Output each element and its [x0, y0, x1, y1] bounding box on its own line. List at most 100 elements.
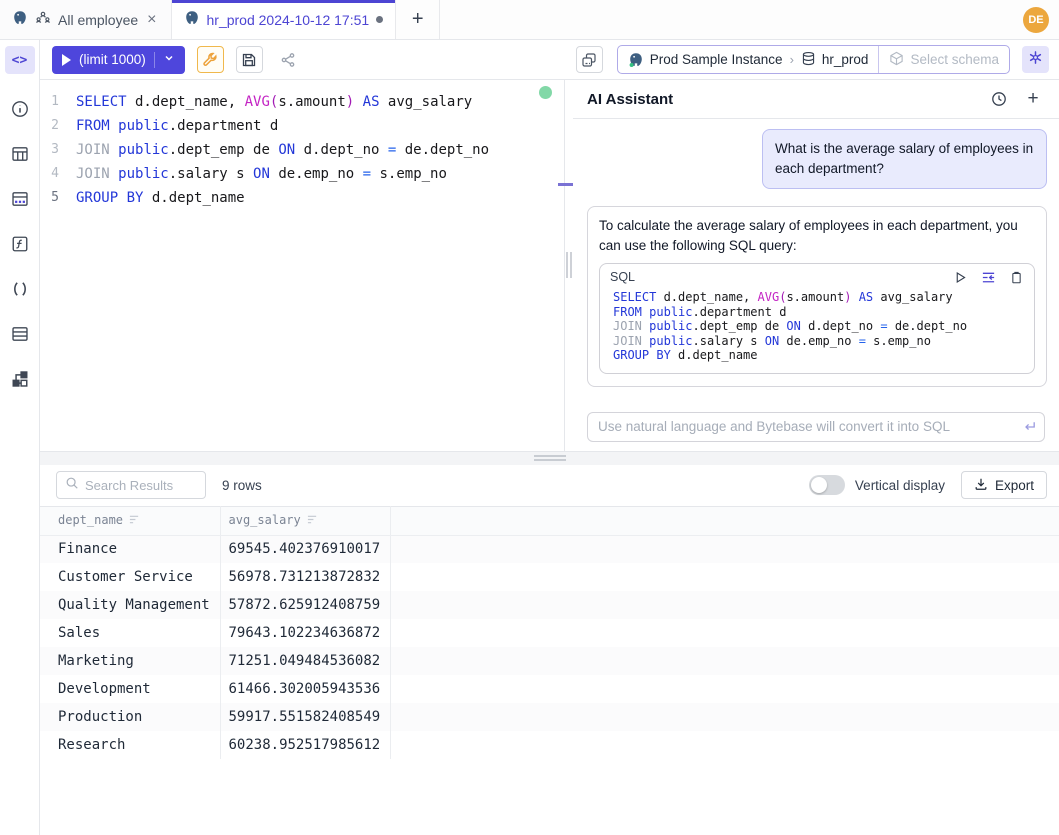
splitter-grip-icon	[534, 456, 566, 461]
table-row[interactable]: Customer Service56978.731213872832	[40, 563, 1059, 591]
table-row[interactable]: Research60238.952517985612	[40, 731, 1059, 759]
run-query-button[interactable]: (limit 1000)	[52, 46, 185, 74]
close-icon[interactable]: ×	[145, 12, 158, 28]
insert-into-editor-icon[interactable]	[980, 269, 996, 285]
vertical-splitter[interactable]	[564, 80, 573, 451]
search-icon	[65, 476, 79, 495]
user-message-bubble: What is the average salary of employees …	[762, 129, 1047, 189]
info-icon[interactable]	[11, 100, 29, 118]
cell-dept-name: Finance	[40, 535, 220, 563]
sql-line: 1SELECT d.dept_name, AVG(s.amount) AS av…	[40, 90, 564, 114]
table-row[interactable]: Development61466.302005943536	[40, 675, 1059, 703]
cell-empty	[390, 703, 1059, 731]
tab-all-employee[interactable]: All employee ×	[0, 0, 172, 39]
cell-avg-salary: 69545.402376910017	[220, 535, 390, 563]
ai-prompt-input[interactable]	[587, 412, 1045, 442]
code-block-language-label: SQL	[610, 270, 635, 284]
cell-avg-salary: 59917.551582408549	[220, 703, 390, 731]
column-header-avg_salary[interactable]: avg_salary	[220, 506, 390, 535]
schema-placeholder: Select schema	[910, 52, 999, 67]
copy-icon[interactable]	[1008, 269, 1024, 285]
run-button-divider	[154, 52, 155, 68]
search-results-input[interactable]	[85, 478, 197, 493]
cell-dept-name: Quality Management	[40, 591, 220, 619]
add-tab-button[interactable]: +	[396, 0, 440, 39]
cell-empty	[390, 563, 1059, 591]
sql-editor[interactable]: 1SELECT d.dept_name, AVG(s.amount) AS av…	[40, 80, 564, 451]
format-wrench-button[interactable]	[197, 46, 224, 73]
vertical-display-toggle[interactable]	[809, 475, 845, 495]
cell-empty	[390, 647, 1059, 675]
user-avatar[interactable]: DE	[1023, 7, 1049, 33]
table-data-icon[interactable]	[11, 190, 29, 208]
cell-dept-name: Production	[40, 703, 220, 731]
table-row[interactable]: Finance69545.402376910017	[40, 535, 1059, 563]
column-header-dept_name[interactable]: dept_name	[40, 506, 220, 535]
sql-line: 5GROUP BY d.dept_name	[40, 186, 564, 210]
table-2-icon[interactable]	[11, 325, 29, 343]
save-sheet-button[interactable]	[236, 46, 263, 73]
sort-icon[interactable]	[307, 514, 318, 528]
results-panel: 9 rows Vertical display Export dept_name…	[40, 465, 1059, 835]
tabbar-spacer	[440, 0, 1023, 39]
brackets-icon[interactable]	[11, 280, 29, 298]
code-editor-toggle-icon[interactable]: <>	[5, 46, 35, 74]
postgres-elephant-icon	[184, 10, 200, 29]
function-icon[interactable]	[11, 235, 29, 253]
search-results-box[interactable]	[56, 471, 206, 499]
cell-dept-name: Sales	[40, 619, 220, 647]
openai-assistant-button[interactable]	[1022, 46, 1049, 73]
cell-empty	[390, 619, 1059, 647]
history-clock-icon[interactable]	[987, 87, 1011, 111]
cell-dept-name: Research	[40, 731, 220, 759]
sql-line: SELECT d.dept_name, AVG(s.amount) AS avg…	[613, 290, 1024, 305]
postgres-elephant-icon	[12, 10, 28, 29]
table-row[interactable]: Sales79643.102234636872	[40, 619, 1059, 647]
results-table: dept_nameavg_salary Finance69545.4023769…	[40, 506, 1059, 760]
share-button[interactable]	[275, 46, 302, 73]
table-row[interactable]: Marketing71251.049484536082	[40, 647, 1059, 675]
run-code-icon[interactable]	[952, 269, 968, 285]
sql-line: JOIN public.salary s ON de.emp_no = s.em…	[613, 334, 1024, 349]
line-number: 3	[40, 138, 76, 162]
export-button[interactable]: Export	[961, 471, 1047, 499]
play-icon	[62, 54, 71, 66]
chevron-down-icon	[163, 52, 175, 67]
tab-label: All employee	[58, 12, 138, 28]
left-sidebar: <>	[0, 40, 40, 835]
column-header-empty	[390, 506, 1059, 535]
sql-line: 3JOIN public.dept_emp de ON d.dept_no = …	[40, 138, 564, 162]
people-icon	[35, 10, 51, 29]
tab-label: hr_prod 2024-10-12 17:51	[207, 12, 370, 28]
connection-status-dot	[539, 86, 552, 99]
new-chat-plus-icon[interactable]: +	[1021, 87, 1045, 111]
cell-dept-name: Development	[40, 675, 220, 703]
line-number: 5	[40, 186, 76, 210]
schema-flow-icon[interactable]	[11, 370, 29, 388]
scrollbar-thumb[interactable]	[558, 183, 573, 186]
vertical-display-label: Vertical display	[855, 478, 945, 493]
database-icon	[801, 51, 816, 69]
line-number: 2	[40, 114, 76, 138]
batch-query-button[interactable]	[576, 46, 603, 73]
line-number: 4	[40, 162, 76, 186]
schema-selector[interactable]: Select schema	[878, 46, 1009, 73]
return-key-icon	[1022, 419, 1037, 439]
cell-avg-salary: 57872.625912408759	[220, 591, 390, 619]
tab-hr-prod[interactable]: hr_prod 2024-10-12 17:51	[172, 0, 397, 39]
sort-icon[interactable]	[129, 514, 140, 528]
connection-breadcrumb: Prod Sample Instance › hr_prod Select sc…	[617, 45, 1010, 74]
sql-code-block: SQL	[599, 263, 1035, 374]
table-row[interactable]: Quality Management57872.625912408759	[40, 591, 1059, 619]
horizontal-splitter[interactable]	[40, 451, 1059, 465]
table-row[interactable]: Production59917.551582408549	[40, 703, 1059, 731]
database-selector[interactable]: Prod Sample Instance › hr_prod	[618, 46, 879, 73]
sql-line: FROM public.department d	[613, 305, 1024, 320]
download-icon	[974, 477, 988, 494]
table-icon[interactable]	[11, 145, 29, 163]
ai-assistant-header: AI Assistant +	[573, 80, 1059, 119]
cell-dept-name: Marketing	[40, 647, 220, 675]
cell-avg-salary: 60238.952517985612	[220, 731, 390, 759]
run-label: (limit 1000)	[79, 52, 146, 67]
sql-line: 4JOIN public.salary s ON de.emp_no = s.e…	[40, 162, 564, 186]
